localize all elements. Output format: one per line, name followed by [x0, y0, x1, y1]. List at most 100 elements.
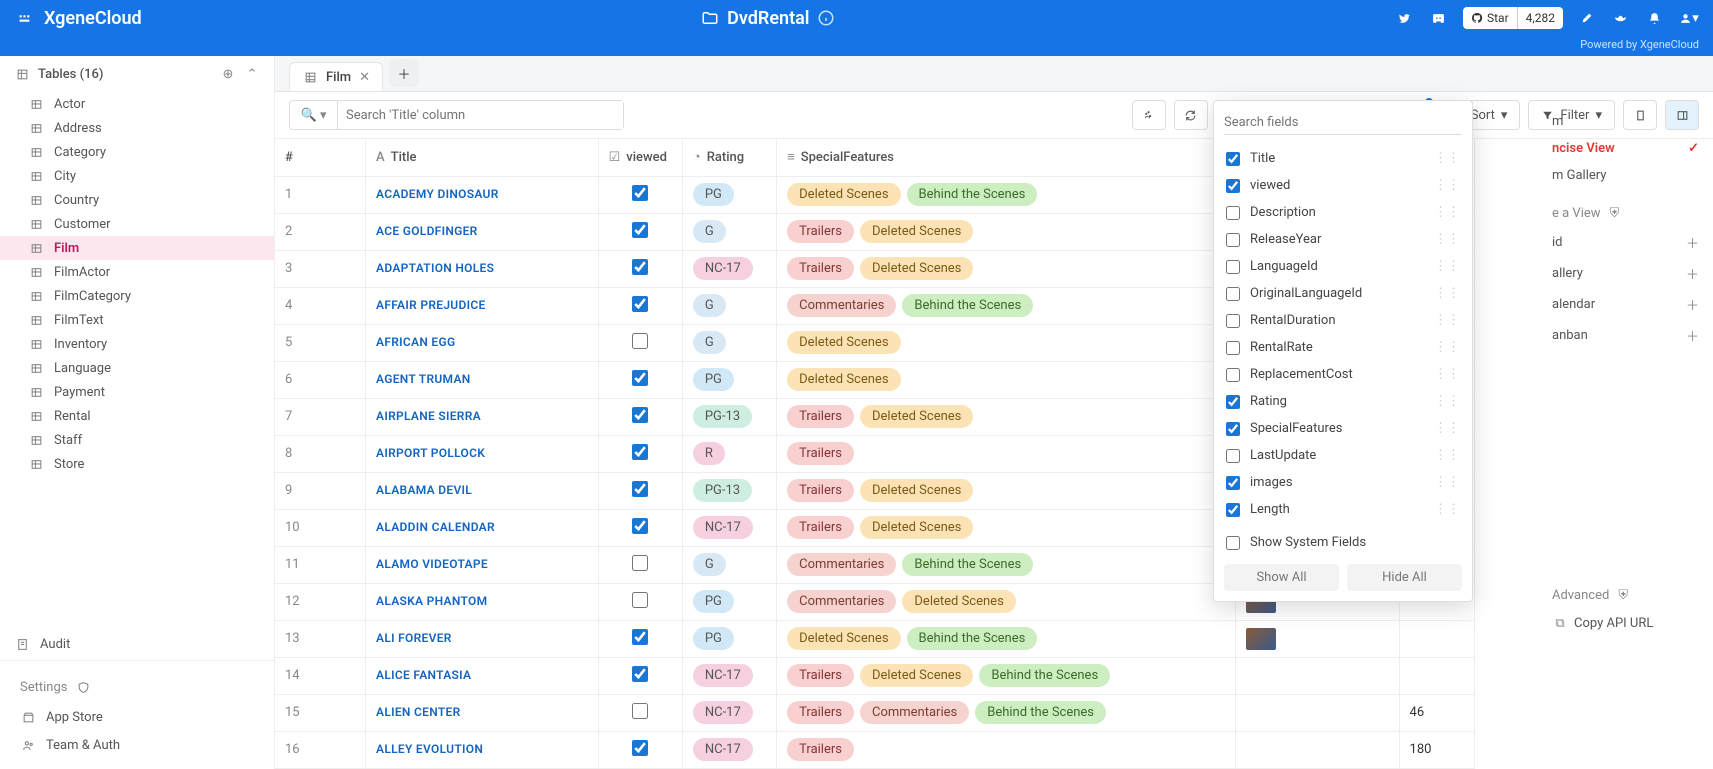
fields-search-input[interactable] [1224, 111, 1462, 135]
title-link[interactable]: ALABAMA DEVIL [376, 483, 472, 497]
sidebar-item-payment[interactable]: Payment [0, 380, 274, 404]
field-checkbox[interactable] [1226, 314, 1240, 328]
table-row[interactable]: 14ALICE FANTASIANC-17TrailersDeleted Sce… [275, 657, 1475, 694]
image-thumb[interactable] [1246, 628, 1276, 650]
field-checkbox[interactable] [1226, 179, 1240, 193]
sidebar-item-rental[interactable]: Rental [0, 404, 274, 428]
col-specialfeatures[interactable]: ≡SpecialFeatures [777, 139, 1236, 176]
field-row-lastupdate[interactable]: LastUpdate⋮⋮ [1214, 442, 1472, 469]
col-viewed[interactable]: ☑viewed [598, 139, 682, 176]
viewed-checkbox[interactable] [632, 296, 648, 312]
data-grid[interactable]: # ATitle ☑viewed ◔Rating ≡SpecialFeature… [275, 139, 1713, 769]
plus-icon[interactable]: ＋ [1686, 326, 1699, 345]
field-checkbox[interactable] [1226, 368, 1240, 382]
viewed-checkbox[interactable] [632, 666, 648, 682]
drag-icon[interactable]: ⋮⋮ [1434, 313, 1460, 328]
table-row[interactable]: 16ALLEY EVOLUTIONNC-17Trailers180 [275, 731, 1475, 768]
drag-icon[interactable]: ⋮⋮ [1434, 421, 1460, 436]
project-title[interactable]: DvdRental [701, 8, 835, 29]
sidebar-item-store[interactable]: Store [0, 452, 274, 476]
col-rating[interactable]: ◔Rating [682, 139, 776, 176]
viewed-checkbox[interactable] [632, 222, 648, 238]
field-row-releaseyear[interactable]: ReleaseYear⋮⋮ [1214, 226, 1472, 253]
field-checkbox[interactable] [1226, 341, 1240, 355]
field-checkbox[interactable] [1226, 449, 1240, 463]
add-table-icon[interactable]: ⊕ [220, 66, 236, 82]
sidebar-item-country[interactable]: Country [0, 188, 274, 212]
viewed-checkbox[interactable] [632, 259, 648, 275]
add-tab-button[interactable]: ＋ [389, 59, 419, 87]
twitter-icon[interactable] [1395, 8, 1415, 28]
close-icon[interactable]: ✕ [359, 70, 370, 85]
drag-icon[interactable]: ⋮⋮ [1434, 259, 1460, 274]
title-link[interactable]: ALIEN CENTER [376, 705, 461, 719]
sidebar-item-language[interactable]: Language [0, 356, 274, 380]
title-link[interactable]: ALI FOREVER [376, 631, 452, 645]
field-checkbox[interactable] [1226, 287, 1240, 301]
search-icon[interactable]: 🔍 ▾ [290, 101, 338, 129]
drag-icon[interactable]: ⋮⋮ [1434, 232, 1460, 247]
paint-icon[interactable] [1577, 8, 1597, 28]
title-link[interactable]: ACE GOLDFINGER [376, 224, 478, 238]
discord-icon[interactable] [1429, 8, 1449, 28]
title-link[interactable]: ADAPTATION HOLES [376, 261, 494, 275]
viewed-checkbox[interactable] [632, 444, 648, 460]
sidebar-item-actor[interactable]: Actor [0, 92, 274, 116]
sidebar-item-customer[interactable]: Customer [0, 212, 274, 236]
table-row[interactable]: 15ALIEN CENTERNC-17TrailersCommentariesB… [275, 694, 1475, 731]
viewed-checkbox[interactable] [632, 481, 648, 497]
drag-icon[interactable]: ⋮⋮ [1434, 367, 1460, 382]
field-checkbox[interactable] [1226, 206, 1240, 220]
field-row-replacementcost[interactable]: ReplacementCost⋮⋮ [1214, 361, 1472, 388]
title-link[interactable]: ALLEY EVOLUTION [376, 742, 483, 756]
audit-item[interactable]: Audit [0, 628, 274, 660]
sidebar-item-film[interactable]: Film [0, 236, 274, 260]
reload-button[interactable] [1174, 100, 1208, 130]
title-link[interactable]: AGENT TRUMAN [376, 372, 471, 386]
col-index[interactable]: # [275, 139, 366, 176]
collapse-icon[interactable]: ⌃ [244, 66, 260, 82]
drag-icon[interactable]: ⋮⋮ [1434, 502, 1460, 517]
title-link[interactable]: AIRPORT POLLOCK [376, 446, 485, 460]
viewed-checkbox[interactable] [632, 185, 648, 201]
plus-icon[interactable]: ＋ [1686, 295, 1699, 314]
viewed-checkbox[interactable] [632, 629, 648, 645]
field-row-originallanguageid[interactable]: OriginalLanguageId⋮⋮ [1214, 280, 1472, 307]
field-checkbox[interactable] [1226, 260, 1240, 274]
viewed-checkbox[interactable] [632, 592, 648, 608]
title-link[interactable]: ALASKA PHANTOM [376, 594, 487, 608]
create-view-item[interactable]: anban＋ [1552, 320, 1699, 351]
drag-icon[interactable]: ⋮⋮ [1434, 340, 1460, 355]
viewed-checkbox[interactable] [632, 740, 648, 756]
sidebar-item-filmcategory[interactable]: FilmCategory [0, 284, 274, 308]
col-title[interactable]: ATitle [366, 139, 599, 176]
field-checkbox[interactable] [1226, 152, 1240, 166]
view-gallery[interactable]: m Gallery [1552, 162, 1699, 189]
sidebar-item-inventory[interactable]: Inventory [0, 332, 274, 356]
title-link[interactable]: ACADEMY DINOSAUR [376, 187, 499, 201]
advanced-header[interactable]: Advanced ⛨ [1552, 581, 1699, 609]
create-view-item[interactable]: alendar＋ [1552, 289, 1699, 320]
user-menu-icon[interactable]: ▾ [1679, 8, 1699, 28]
field-row-rentalduration[interactable]: RentalDuration⋮⋮ [1214, 307, 1472, 334]
sidebar-item-filmtext[interactable]: FilmText [0, 308, 274, 332]
plus-icon[interactable]: ＋ [1686, 264, 1699, 283]
drag-icon[interactable]: ⋮⋮ [1434, 448, 1460, 463]
field-row-images[interactable]: images⋮⋮ [1214, 469, 1472, 496]
field-checkbox[interactable] [1226, 422, 1240, 436]
share-button[interactable] [1132, 100, 1166, 130]
create-view-item[interactable]: id＋ [1552, 227, 1699, 258]
table-row[interactable]: 13ALI FOREVERPGDeleted ScenesBehind the … [275, 620, 1475, 657]
field-checkbox[interactable] [1226, 233, 1240, 247]
app-store-item[interactable]: App Store [0, 703, 274, 731]
search-input[interactable] [338, 101, 623, 129]
field-row-description[interactable]: Description⋮⋮ [1214, 199, 1472, 226]
sidebar-item-city[interactable]: City [0, 164, 274, 188]
title-link[interactable]: ALICE FANTASIA [376, 668, 471, 682]
title-link[interactable]: ALAMO VIDEOTAPE [376, 557, 488, 571]
viewed-checkbox[interactable] [632, 333, 648, 349]
drag-icon[interactable]: ⋮⋮ [1434, 475, 1460, 490]
settings-header[interactable]: Settings [0, 671, 274, 703]
drag-icon[interactable]: ⋮⋮ [1434, 151, 1460, 166]
sidebar-item-address[interactable]: Address [0, 116, 274, 140]
